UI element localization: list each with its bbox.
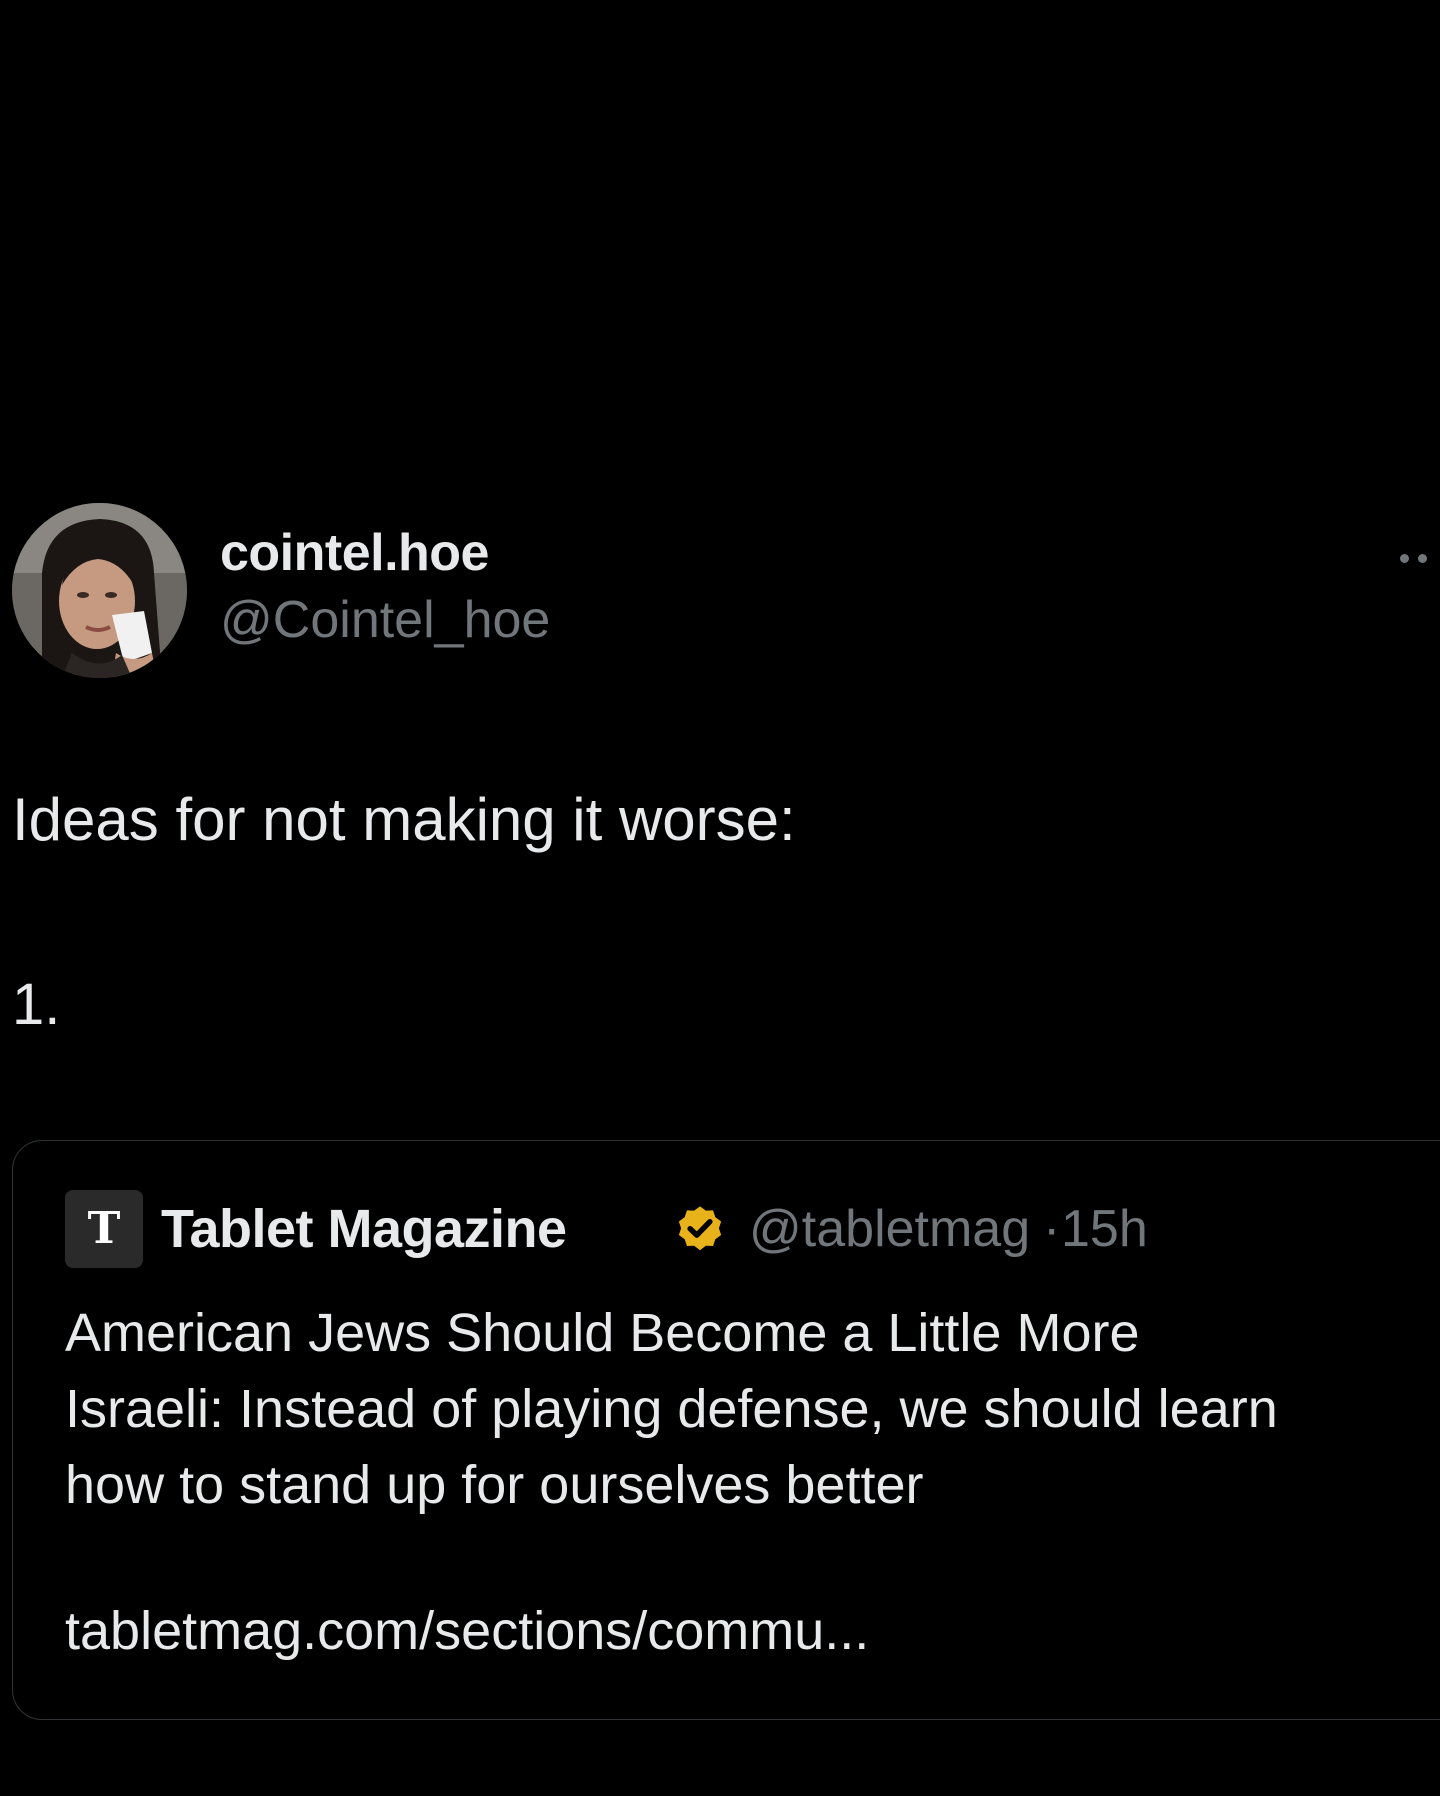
ellipsis-icon[interactable] (1400, 546, 1440, 570)
meta-separator: · (1043, 1200, 1061, 1258)
quoted-link[interactable]: tabletmag.com/sections/commu... (65, 1593, 869, 1669)
avatar[interactable] (12, 503, 187, 678)
quoted-text-line: how to stand up for ourselves better (65, 1455, 924, 1515)
avatar-photo (12, 503, 187, 678)
quoted-display-name[interactable]: Tablet Magazine (161, 1198, 567, 1260)
tweet-text-line: Ideas for not making it worse: (12, 786, 796, 853)
ellipsis-dot (1400, 554, 1409, 563)
tweet[interactable]: cointel.hoe @Cointel_hoe Ideas for not m… (0, 0, 1440, 1796)
quoted-text-line: American Jews Should Become a Little Mor… (65, 1303, 1140, 1363)
tweet-list-number: 1. (12, 972, 61, 1037)
tweet-header: cointel.hoe @Cointel_hoe (12, 503, 1428, 679)
tweet-text: Ideas for not making it worse: (12, 778, 796, 862)
verified-badge-icon (678, 1206, 722, 1251)
quoted-handle[interactable]: @tabletmag (749, 1198, 1030, 1260)
author-names[interactable]: cointel.hoe @Cointel_hoe (220, 523, 550, 651)
ellipsis-dot (1418, 554, 1427, 563)
quoted-timestamp[interactable]: 15h (1061, 1198, 1148, 1260)
author-display-name[interactable]: cointel.hoe (220, 523, 550, 583)
quoted-tweet-text: American Jews Should Become a Little Mor… (65, 1295, 1440, 1523)
quoted-tweet-card[interactable]: T Tablet Magazine @tabletmag · 15h Ameri… (12, 1140, 1440, 1720)
quoted-text-line: Israeli: Instead of playing defense, we … (65, 1379, 1278, 1439)
tablet-logo-letter: T (87, 1203, 121, 1254)
tablet-logo-icon[interactable]: T (65, 1190, 143, 1268)
author-handle[interactable]: @Cointel_hoe (220, 589, 550, 651)
